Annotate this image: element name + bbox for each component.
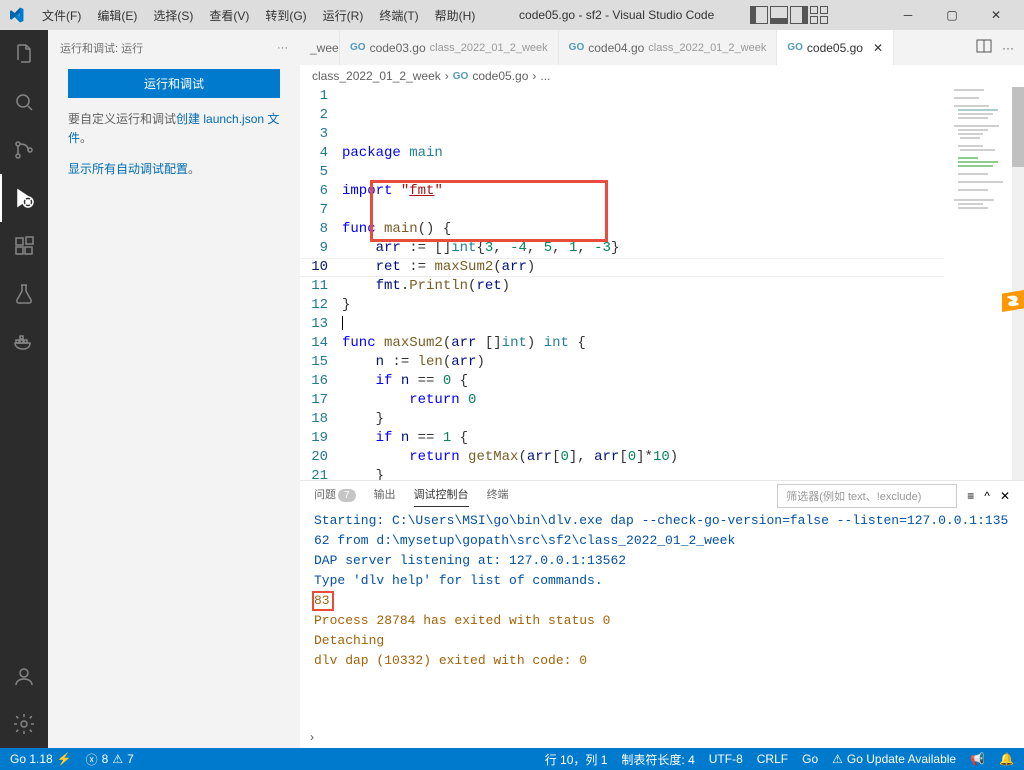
- more-actions-icon[interactable]: ···: [1002, 41, 1014, 55]
- window-title: code05.go - sf2 - Visual Studio Code: [483, 8, 750, 22]
- code-editor[interactable]: 123456789101112131415161718192021 packag…: [300, 87, 1024, 480]
- split-editor-icon[interactable]: [976, 38, 992, 57]
- show-all-configs-link[interactable]: 显示所有自动调试配置: [68, 162, 188, 176]
- docker-icon[interactable]: [0, 318, 48, 366]
- status-eol[interactable]: CRLF: [757, 752, 788, 766]
- tab-code03[interactable]: GOcode03.goclass_2022_01_2_week: [340, 30, 559, 65]
- run-debug-button[interactable]: 运行和调试: [68, 69, 280, 98]
- close-tab-icon[interactable]: ✕: [873, 41, 883, 55]
- menu-run[interactable]: 运行(R): [315, 3, 372, 28]
- minimap[interactable]: [952, 87, 1012, 287]
- editor-area: _week GOcode03.goclass_2022_01_2_week GO…: [300, 30, 1024, 748]
- close-button[interactable]: ✕: [976, 1, 1016, 29]
- layout-sidebar-left-icon[interactable]: [750, 6, 768, 24]
- go-file-icon: GO: [787, 42, 803, 53]
- sidebar-more-icon[interactable]: ···: [277, 42, 288, 54]
- status-feedback-icon[interactable]: 📢: [970, 752, 985, 766]
- source-control-icon[interactable]: [0, 126, 48, 174]
- status-go-version[interactable]: Go 1.18 ⚡: [10, 752, 72, 766]
- menu-edit[interactable]: 编辑(E): [89, 3, 145, 28]
- menu-select[interactable]: 选择(S): [145, 3, 201, 28]
- tab-week[interactable]: _week: [300, 30, 340, 65]
- menu-view[interactable]: 查看(V): [201, 3, 257, 28]
- statusbar: Go 1.18 ⚡ ⓧ8⚠7 行 10，列 1 制表符长度: 4 UTF-8 C…: [0, 748, 1024, 770]
- settings-icon[interactable]: [0, 700, 48, 748]
- status-ln-col[interactable]: 行 10，列 1: [545, 751, 608, 768]
- sidebar-title: 运行和调试: 运行: [60, 40, 143, 56]
- titlebar: 文件(F) 编辑(E) 选择(S) 查看(V) 转到(G) 运行(R) 终端(T…: [0, 0, 1024, 30]
- status-tabsize[interactable]: 制表符长度: 4: [621, 751, 694, 768]
- filter-settings-icon[interactable]: ≡: [967, 489, 974, 503]
- breadcrumb[interactable]: class_2022_01_2_week › GOcode05.go › ...: [300, 65, 1024, 87]
- status-encoding[interactable]: UTF-8: [709, 752, 743, 766]
- minimize-button[interactable]: ─: [888, 1, 928, 29]
- sublime-badge-icon[interactable]: [1002, 290, 1024, 318]
- explorer-icon[interactable]: [0, 30, 48, 78]
- status-lang[interactable]: Go: [802, 752, 818, 766]
- layout-sidebar-right-icon[interactable]: [790, 6, 808, 24]
- panel-close-icon[interactable]: ✕: [1000, 489, 1010, 503]
- panel-tab-terminal[interactable]: 终端: [487, 486, 509, 506]
- code-content[interactable]: package main import "fmt" func main() { …: [342, 87, 1024, 480]
- panel-tabs: 问题7 输出 调试控制台 终端 筛选器(例如 text、!exclude) ≡ …: [300, 481, 1024, 511]
- tab-code05[interactable]: GOcode05.go✕: [777, 30, 894, 65]
- panel-tab-problems[interactable]: 问题7: [314, 486, 356, 506]
- run-debug-icon[interactable]: [0, 174, 48, 222]
- panel-maximize-icon[interactable]: ^: [984, 489, 990, 503]
- activitybar: [0, 30, 48, 748]
- highlight-box-output: [312, 591, 334, 611]
- tab-code04[interactable]: GOcode04.goclass_2022_01_2_week: [559, 30, 778, 65]
- editor-tabs: _week GOcode03.goclass_2022_01_2_week GO…: [300, 30, 1024, 65]
- debug-console[interactable]: Starting: C:\Users\MSI\go\bin\dlv.exe da…: [300, 511, 1024, 730]
- debug-line: Process 28784 has exited with status 0: [314, 611, 1010, 631]
- go-file-icon: GO: [350, 42, 366, 53]
- panel-tab-output[interactable]: 输出: [374, 486, 396, 506]
- debug-line: Detaching: [314, 631, 1010, 651]
- menu-goto[interactable]: 转到(G): [257, 3, 314, 28]
- debug-line: dlv dap (10332) exited with code: 0: [314, 651, 1010, 671]
- extensions-icon[interactable]: [0, 222, 48, 270]
- testing-icon[interactable]: [0, 270, 48, 318]
- debug-line: Starting: C:\Users\MSI\go\bin\dlv.exe da…: [314, 511, 1010, 551]
- status-problems[interactable]: ⓧ8⚠7: [86, 751, 134, 768]
- debug-output-result: 83: [314, 591, 1010, 611]
- layout-customize-icon[interactable]: [810, 6, 828, 24]
- scroll-right-icon[interactable]: ›: [300, 730, 1024, 748]
- sidebar-config-text: 要自定义运行和调试创建 launch.json 文件。: [48, 110, 300, 160]
- debug-line: DAP server listening at: 127.0.0.1:13562: [314, 551, 1010, 571]
- status-update[interactable]: ⚠Go Update Available: [832, 752, 956, 766]
- sidebar: 运行和调试: 运行 ··· 运行和调试 要自定义运行和调试创建 launch.j…: [48, 30, 300, 748]
- panel: 问题7 输出 调试控制台 终端 筛选器(例如 text、!exclude) ≡ …: [300, 480, 1024, 748]
- accounts-icon[interactable]: [0, 652, 48, 700]
- layout-panel-bottom-icon[interactable]: [770, 6, 788, 24]
- filter-input[interactable]: 筛选器(例如 text、!exclude): [777, 484, 957, 508]
- menu-terminal[interactable]: 终端(T): [371, 3, 426, 28]
- scrollbar[interactable]: [1012, 87, 1024, 480]
- go-file-icon: GO: [569, 42, 585, 53]
- status-bell-icon[interactable]: 🔔: [999, 752, 1014, 766]
- menu-file[interactable]: 文件(F): [34, 3, 89, 28]
- search-icon[interactable]: [0, 78, 48, 126]
- vscode-logo-icon: [8, 7, 24, 23]
- maximize-button[interactable]: ▢: [932, 1, 972, 29]
- panel-tab-debug[interactable]: 调试控制台: [414, 486, 469, 507]
- gutter: 123456789101112131415161718192021: [300, 87, 342, 480]
- debug-line: Type 'dlv help' for list of commands.: [314, 571, 1010, 591]
- menu-help[interactable]: 帮助(H): [427, 3, 484, 28]
